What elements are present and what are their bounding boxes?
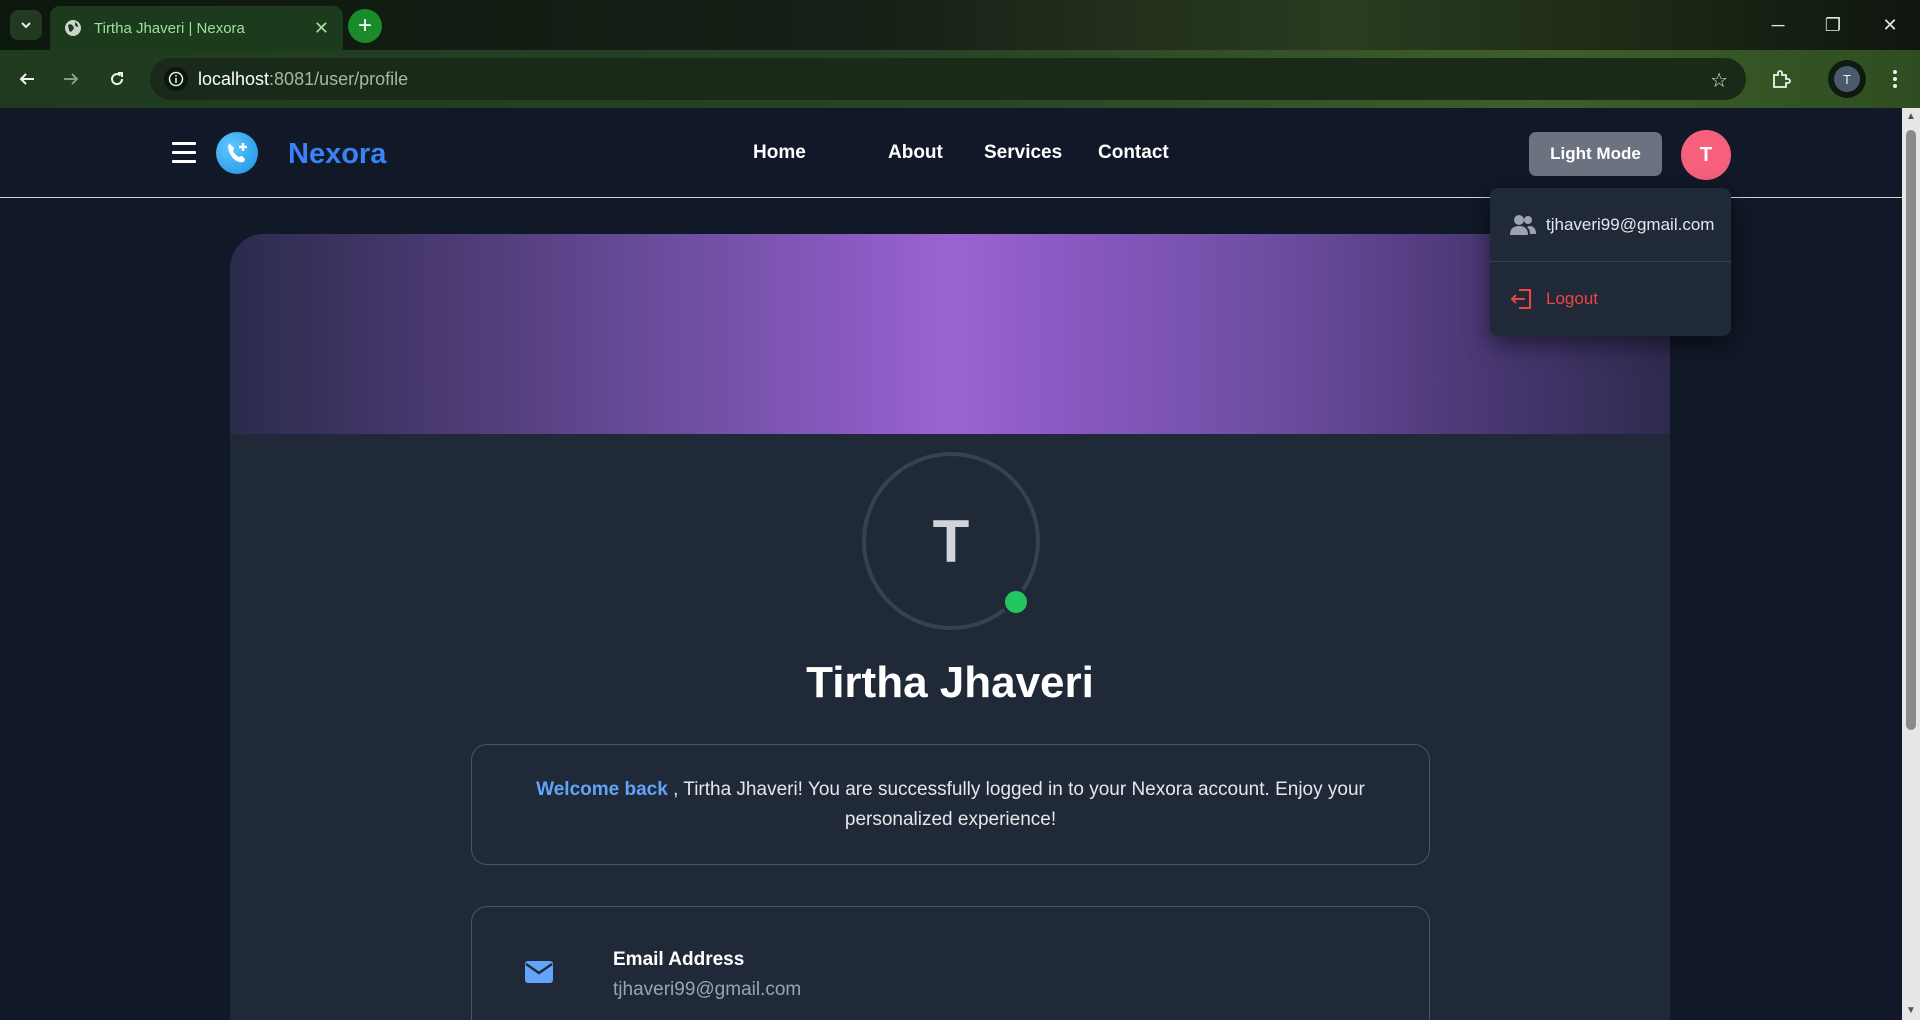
welcome-text: , Tirtha Jhaveri! You are successfully l… (667, 778, 1365, 830)
arrow-right-icon (64, 73, 79, 85)
arrow-left-icon (19, 73, 34, 85)
logout-button[interactable]: Logout (1490, 262, 1731, 335)
browser-toolbar: localhost:8081/user/profile ☆ T (0, 50, 1920, 108)
welcome-message: Welcome back , Tirtha Jhaveri! You are s… (471, 744, 1430, 865)
logout-icon (1510, 288, 1531, 309)
light-mode-button[interactable]: Light Mode (1529, 132, 1662, 176)
profile-banner (230, 234, 1670, 434)
reload-icon (111, 72, 124, 86)
reload-button[interactable] (102, 64, 132, 94)
browser-tab-active[interactable]: Tirtha Jhaveri | Nexora ✕ (50, 6, 343, 50)
hamburger-menu-icon[interactable] (172, 142, 196, 164)
url-path: :8081/user/profile (269, 68, 409, 89)
logout-label: Logout (1546, 288, 1598, 308)
tab-close-icon[interactable]: ✕ (314, 18, 329, 39)
nav-about[interactable]: About (888, 142, 943, 164)
users-icon (1510, 214, 1536, 235)
minimize-button[interactable]: ─ (1748, 0, 1808, 50)
kebab-menu-icon (1893, 70, 1897, 88)
chevron-down-icon (21, 22, 31, 29)
bookmark-star-icon[interactable]: ☆ (1710, 68, 1728, 93)
brand-logo-icon[interactable] (216, 132, 258, 174)
profile-name: Tirtha Jhaveri (806, 658, 1094, 707)
site-info-icon[interactable] (164, 67, 188, 91)
address-bar[interactable]: localhost:8081/user/profile ☆ (150, 58, 1746, 100)
email-value: tjhaveri99@gmail.com (613, 979, 802, 1000)
browser-profile-initial: T (1834, 66, 1860, 92)
nav-services[interactable]: Services (984, 142, 1062, 164)
page-scrollbar[interactable]: ▲ ▼ (1902, 108, 1920, 1020)
new-tab-button[interactable]: + (348, 9, 382, 43)
email-info-card: Email Address tjhaveri99@gmail.com (471, 906, 1430, 1020)
scroll-down-arrow[interactable]: ▼ (1906, 1006, 1916, 1016)
browser-tabstrip: Tirtha Jhaveri | Nexora ✕ + ─ ❐ ✕ (0, 0, 1920, 50)
tab-title: Tirtha Jhaveri | Nexora (94, 19, 245, 37)
nav-home[interactable]: Home (753, 142, 806, 164)
tab-search-button[interactable] (10, 10, 42, 40)
envelope-icon (525, 961, 553, 983)
puzzle-icon (1773, 70, 1791, 88)
back-button[interactable] (12, 64, 42, 94)
close-window-button[interactable]: ✕ (1860, 0, 1920, 50)
browser-menu-button[interactable] (1880, 64, 1910, 94)
user-dropdown-menu: tjhaveri99@gmail.com Logout (1490, 188, 1731, 336)
globe-icon (65, 20, 81, 36)
online-status-dot (1002, 588, 1030, 616)
profile-avatar-initial: T (932, 507, 970, 575)
extensions-button[interactable] (1766, 64, 1796, 94)
forward-button[interactable] (56, 64, 86, 94)
dropdown-email: tjhaveri99@gmail.com (1546, 214, 1715, 234)
restore-button[interactable]: ❐ (1803, 0, 1863, 50)
email-label: Email Address (613, 949, 745, 970)
page-viewport: Nexora Home About Services Contact Light… (0, 108, 1902, 1020)
url-host: localhost (198, 68, 270, 89)
dropdown-email-item[interactable]: tjhaveri99@gmail.com (1490, 188, 1731, 261)
nav-contact[interactable]: Contact (1098, 142, 1169, 164)
site-navbar: Nexora Home About Services Contact Light… (0, 108, 1902, 198)
profile-card: T Tirtha Jhaveri Welcome back , Tirtha J… (230, 234, 1670, 1020)
brand-name[interactable]: Nexora (288, 138, 386, 171)
scroll-up-arrow[interactable]: ▲ (1906, 112, 1916, 122)
browser-profile-button[interactable]: T (1828, 60, 1866, 98)
welcome-highlight: Welcome back (536, 778, 668, 800)
user-avatar-button[interactable]: T (1681, 130, 1731, 180)
scrollbar-thumb[interactable] (1906, 130, 1916, 730)
